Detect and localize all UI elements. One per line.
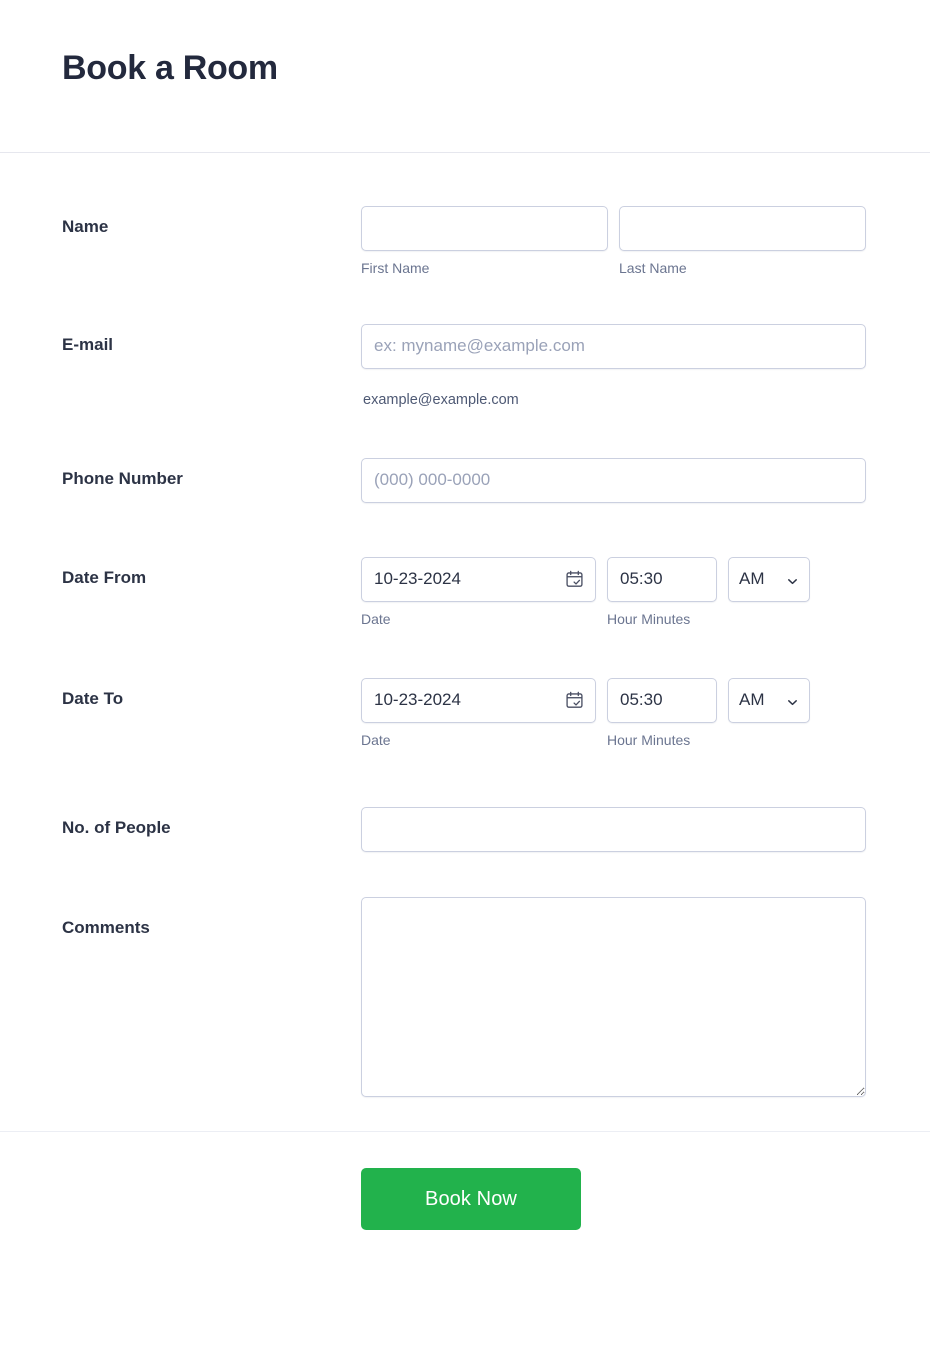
label-date-to: Date To — [62, 688, 124, 708]
time-to-input[interactable] — [607, 677, 717, 723]
control-email: example@example.com — [361, 323, 930, 408]
field-row-phone: Phone Number — [0, 408, 930, 503]
label-phone: Phone Number — [62, 468, 183, 488]
field-row-people: No. of People — [0, 748, 930, 853]
control-date-from: AM Date Hour Minutes — [361, 556, 930, 628]
phone-input[interactable] — [361, 457, 866, 503]
label-comments: Comments — [62, 918, 150, 938]
label-email: E-mail — [62, 334, 114, 354]
email-input[interactable] — [361, 323, 866, 369]
field-row-date-from: Date From 10-23-2024 05:30 AM Date Hour … — [0, 503, 930, 628]
time-from-input[interactable] — [607, 556, 717, 602]
control-comments — [361, 897, 930, 1098]
date-to-field — [361, 677, 596, 723]
people-input[interactable] — [361, 807, 866, 853]
control-name: First Name Last Name — [361, 206, 930, 277]
meridiem-to-value: AM — [739, 690, 765, 710]
field-row-comments: Comments — [0, 852, 930, 1098]
sublabel-date-from: Date — [361, 610, 391, 627]
sublabel-first-name: First Name — [361, 260, 430, 276]
meridiem-from-value: AM — [739, 569, 765, 589]
label-people: No. of People — [62, 818, 171, 838]
form-footer: Book Now — [0, 1131, 930, 1231]
first-name-input[interactable] — [361, 206, 608, 251]
chevron-down-icon — [786, 573, 799, 586]
date-from-input[interactable] — [361, 556, 596, 602]
label-date-from: Date From — [62, 567, 147, 587]
control-date-to: AM Date Hour Minutes — [361, 677, 930, 749]
comments-textarea[interactable] — [361, 897, 866, 1098]
page-title: Book a Room — [62, 49, 278, 87]
sublabel-date-to: Date — [361, 731, 391, 748]
form-header: Book a Room — [0, 0, 930, 153]
book-now-button[interactable]: Book Now — [361, 1168, 581, 1231]
form-body: Name First Name Last Name E-mail example… — [0, 153, 930, 1098]
sublabel-time-to: Hour Minutes — [607, 731, 691, 748]
meridiem-from-select[interactable]: AM — [728, 556, 810, 602]
control-people — [361, 807, 930, 853]
meridiem-to-select[interactable]: AM — [728, 677, 810, 723]
sublabel-time-from: Hour Minutes — [607, 610, 691, 627]
chevron-down-icon — [786, 694, 799, 707]
booking-form: Book a Room Name First Name Last Name E-… — [0, 0, 930, 1231]
date-to-input[interactable] — [361, 677, 596, 723]
field-row-name: Name First Name Last Name — [0, 153, 930, 277]
control-phone — [361, 457, 930, 503]
field-row-email: E-mail example@example.com — [0, 277, 930, 408]
field-row-date-to: Date To 10-23-2024 05:30 AM Date Hour Mi… — [0, 628, 930, 749]
email-hint: example@example.com — [363, 391, 519, 408]
sublabel-last-name: Last Name — [619, 260, 687, 276]
label-name: Name — [62, 217, 109, 236]
date-from-field — [361, 556, 596, 602]
last-name-input[interactable] — [619, 206, 866, 251]
